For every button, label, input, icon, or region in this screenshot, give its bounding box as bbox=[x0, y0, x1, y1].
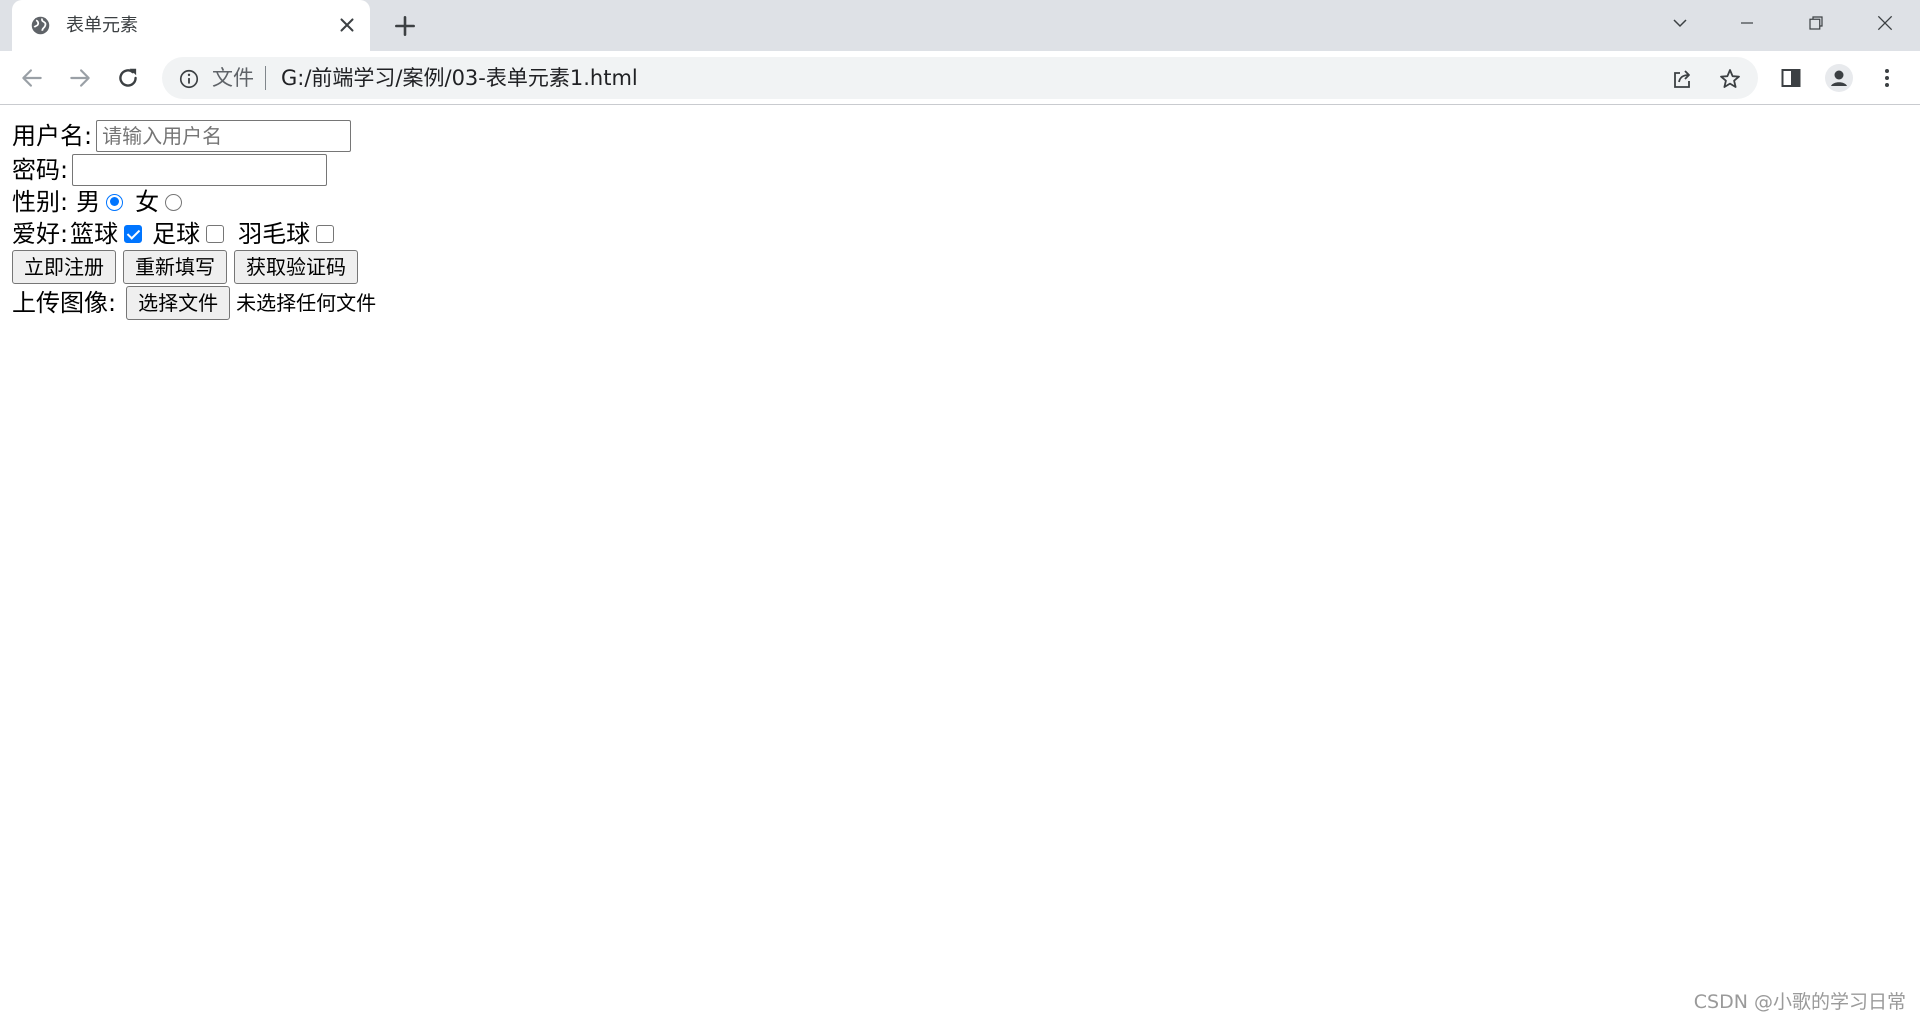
back-arrow-icon[interactable] bbox=[18, 64, 46, 92]
hobby-option-label: 羽毛球 bbox=[238, 220, 311, 248]
hobby-row: 爱好: 篮球 足球 羽毛球 bbox=[12, 220, 340, 248]
kebab-menu-icon[interactable] bbox=[1872, 63, 1902, 93]
hobby-basketball-checkbox[interactable] bbox=[124, 225, 143, 243]
password-input[interactable] bbox=[72, 154, 328, 186]
hobby-option-label: 足球 bbox=[152, 220, 201, 248]
tab-title: 表单元素 bbox=[66, 15, 138, 36]
hobby-football-checkbox[interactable] bbox=[206, 225, 225, 243]
share-icon[interactable] bbox=[1670, 67, 1694, 91]
password-label: 密码: bbox=[12, 156, 69, 184]
reload-icon[interactable] bbox=[114, 64, 142, 92]
page-content: 用户名: 密码: 性别: 男 女 爱好: 篮球 足球 羽毛球 立即注册 重新填写… bbox=[0, 106, 1920, 1020]
hobby-option-label: 篮球 bbox=[70, 220, 119, 248]
file-scheme-label: 文件 bbox=[212, 66, 254, 90]
gender-female-radio[interactable] bbox=[165, 193, 183, 211]
gender-label: 性别: bbox=[12, 188, 69, 216]
watermark: CSDN @小歌的学习日常 bbox=[1693, 991, 1906, 1013]
gender-male-radio[interactable] bbox=[106, 193, 124, 211]
side-panel-icon[interactable] bbox=[1776, 63, 1806, 93]
gender-option-label: 女 bbox=[135, 188, 160, 216]
button-row: 立即注册 重新填写 获取验证码 bbox=[12, 250, 365, 284]
active-tab[interactable]: 表单元素 bbox=[12, 0, 370, 51]
gender-row: 性别: 男 女 bbox=[12, 188, 188, 216]
file-status-text: 未选择任何文件 bbox=[236, 291, 377, 315]
hobby-label: 爱好: bbox=[12, 220, 69, 248]
password-row: 密码: bbox=[12, 154, 328, 186]
info-icon[interactable] bbox=[178, 68, 200, 90]
forward-arrow-icon[interactable] bbox=[66, 64, 94, 92]
register-button[interactable]: 立即注册 bbox=[12, 250, 116, 284]
choose-file-button[interactable]: 选择文件 bbox=[126, 286, 231, 320]
new-tab-plus-icon[interactable] bbox=[392, 13, 418, 39]
address-bar[interactable]: 文件 G:/前端学习/案例/03-表单元素1.html bbox=[162, 57, 1758, 99]
tab-strip: 表单元素 bbox=[0, 0, 1920, 51]
upload-label: 上传图像: bbox=[12, 289, 117, 317]
browser-toolbar: 文件 G:/前端学习/案例/03-表单元素1.html bbox=[0, 51, 1920, 105]
reset-button[interactable]: 重新填写 bbox=[123, 250, 227, 284]
restore-icon[interactable] bbox=[1799, 8, 1833, 38]
close-tab-icon[interactable] bbox=[336, 14, 358, 36]
tab-search-chevron-icon[interactable] bbox=[1663, 8, 1697, 38]
username-input[interactable] bbox=[96, 120, 352, 152]
bookmark-star-icon[interactable] bbox=[1718, 67, 1742, 91]
minimize-icon[interactable] bbox=[1730, 8, 1764, 38]
get-code-button[interactable]: 获取验证码 bbox=[234, 250, 358, 284]
profile-avatar-icon[interactable] bbox=[1824, 63, 1854, 93]
username-label: 用户名: bbox=[12, 122, 93, 150]
address-separator bbox=[265, 66, 266, 90]
gender-option-label: 男 bbox=[76, 188, 101, 216]
upload-row: 上传图像: 选择文件 未选择任何文件 bbox=[12, 286, 376, 320]
username-row: 用户名: bbox=[12, 120, 352, 152]
hobby-badminton-checkbox[interactable] bbox=[316, 225, 335, 243]
url-text[interactable]: G:/前端学习/案例/03-表单元素1.html bbox=[281, 66, 638, 90]
globe-icon bbox=[31, 16, 50, 35]
close-window-icon[interactable] bbox=[1868, 8, 1902, 38]
